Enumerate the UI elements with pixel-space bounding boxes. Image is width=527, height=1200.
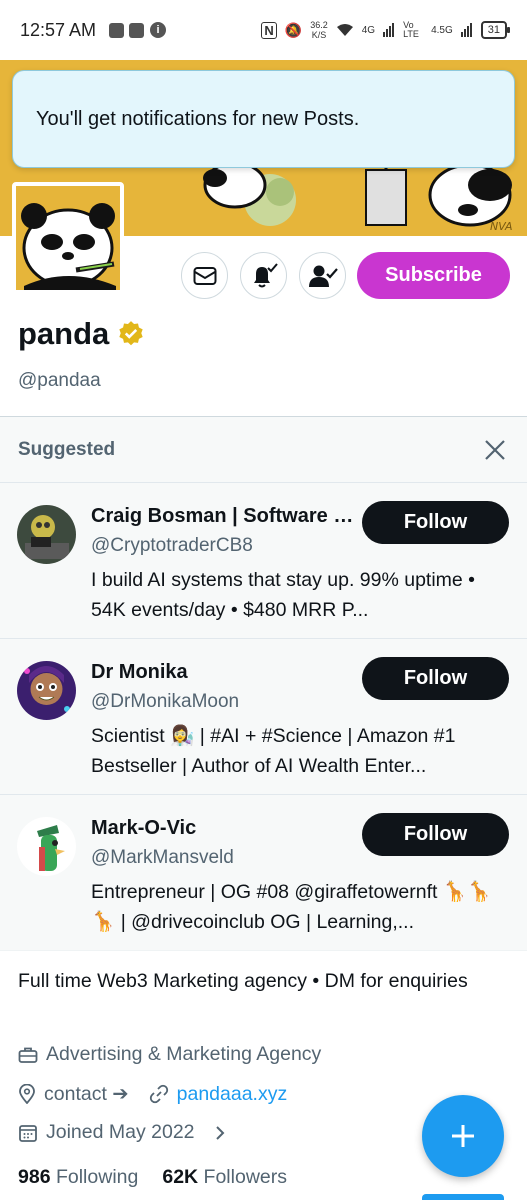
profile-category: Advertising & Marketing Agency [18,1043,321,1066]
signal-icon [460,23,472,37]
suggested-user-bio: Scientist 👩‍🔬 | #AI + #Science | Amazon … [91,725,456,777]
suggested-user-handle: @DrMonikaMoon [91,691,240,712]
panda-avatar-image [16,186,120,290]
volte-label: Vo LTE [403,20,419,39]
compose-post-button[interactable] [422,1095,504,1177]
link-icon [149,1084,168,1104]
plus-icon [452,1125,474,1147]
message-button[interactable] [181,252,228,299]
profile-bio: Full time Web3 Marketing agency • DM for… [18,970,468,992]
profile-handle: @pandaa [18,370,101,391]
profile-name-row: panda [18,316,145,352]
bell-check-icon [253,262,278,287]
profile-location-row: contact ➔ pandaaa.xyz [18,1082,287,1106]
bottom-fab-edge [422,1194,504,1200]
notifications-button[interactable] [240,252,287,299]
mail-icon [193,266,216,285]
suggested-user-card[interactable]: Craig Bosman | Software Engineer @Crypto… [0,483,527,639]
suggested-user-card[interactable]: Dr Monika @DrMonikaMoon Scientist 👩‍🔬 | … [0,639,527,795]
profile-joined: Joined May 2022 [46,1121,195,1143]
calendar-icon [19,1124,37,1142]
profile-website-link[interactable]: pandaaa.xyz [177,1083,288,1106]
following-button[interactable] [299,252,346,299]
follow-button[interactable]: Follow [362,501,509,544]
suggested-title: Suggested [18,438,116,460]
briefcase-icon [18,1047,38,1063]
suggested-user-card[interactable]: Mark-O-Vic @MarkMansveld Entrepreneur | … [0,795,527,951]
net-speed: 36.2 K/S [310,20,328,40]
following-stat[interactable]: 986 Following [18,1166,138,1189]
signal-icon [383,23,395,37]
profile-name: panda [18,316,110,351]
follow-button[interactable]: Follow [362,657,509,700]
chevron-right-icon [215,1125,224,1140]
mute-icon: 🔕 [284,21,303,38]
verified-badge-icon[interactable] [117,320,145,348]
network-4g: 4G [361,24,376,36]
info-icon: i [150,22,167,38]
suggested-user-bio: I build AI systems that stay up. 99% upt… [91,569,476,621]
location-icon [19,1084,35,1104]
toast-message: You'll get notifications for new Posts. [36,107,360,130]
status-time: 12:57 AM [20,19,97,40]
suggested-user-avatar[interactable] [17,661,76,720]
notification-toast[interactable]: You'll get notifications for new Posts. [12,70,515,168]
battery-icon: 31 [480,21,511,39]
suggested-user-handle: @CryptotraderCB8 [91,535,253,556]
close-icon[interactable] [481,436,509,464]
suggested-user-handle: @MarkMansveld [91,847,234,868]
suggested-user-name[interactable]: Dr Monika [91,661,356,684]
svg-text:NVA: NVA [490,220,513,233]
suggested-user-avatar[interactable] [17,817,76,876]
profile-joined-row[interactable]: Joined May 2022 [18,1121,227,1144]
suggested-user-name[interactable]: Craig Bosman | Software Engineer [91,505,356,528]
nfc-icon: N [261,21,277,39]
status-icons: N 🔕 36.2 K/S 4G Vo LTE 4.5G 31 [261,20,511,40]
subscribe-button[interactable]: Subscribe [357,252,510,299]
profile-category-label: Advertising & Marketing Agency [46,1043,322,1065]
suggested-user-avatar[interactable] [17,505,76,564]
followers-stat[interactable]: 62K Followers [162,1166,287,1189]
suggested-user-bio: Entrepreneur | OG #08 @giraffetowernft 🦒… [91,881,492,933]
suggested-user-name[interactable]: Mark-O-Vic [91,817,356,840]
status-bar: 12:57 AM i N 🔕 36.2 K/S 4G Vo LTE 4.5G 3… [0,0,527,60]
suggested-header: Suggested [0,417,527,483]
profile-location: contact ➔ [44,1083,129,1105]
person-check-icon [308,265,338,287]
notification-icon [129,22,145,38]
profile-avatar[interactable] [12,182,124,294]
network-45g: 4.5G [431,24,453,36]
wifi-icon [336,24,353,36]
follow-button[interactable]: Follow [362,813,509,856]
notification-icon [109,22,125,38]
profile-stats: 986 Following 62K Followers [18,1166,287,1189]
suggested-panel: Suggested Craig Bosman | Software Engine… [0,416,527,951]
